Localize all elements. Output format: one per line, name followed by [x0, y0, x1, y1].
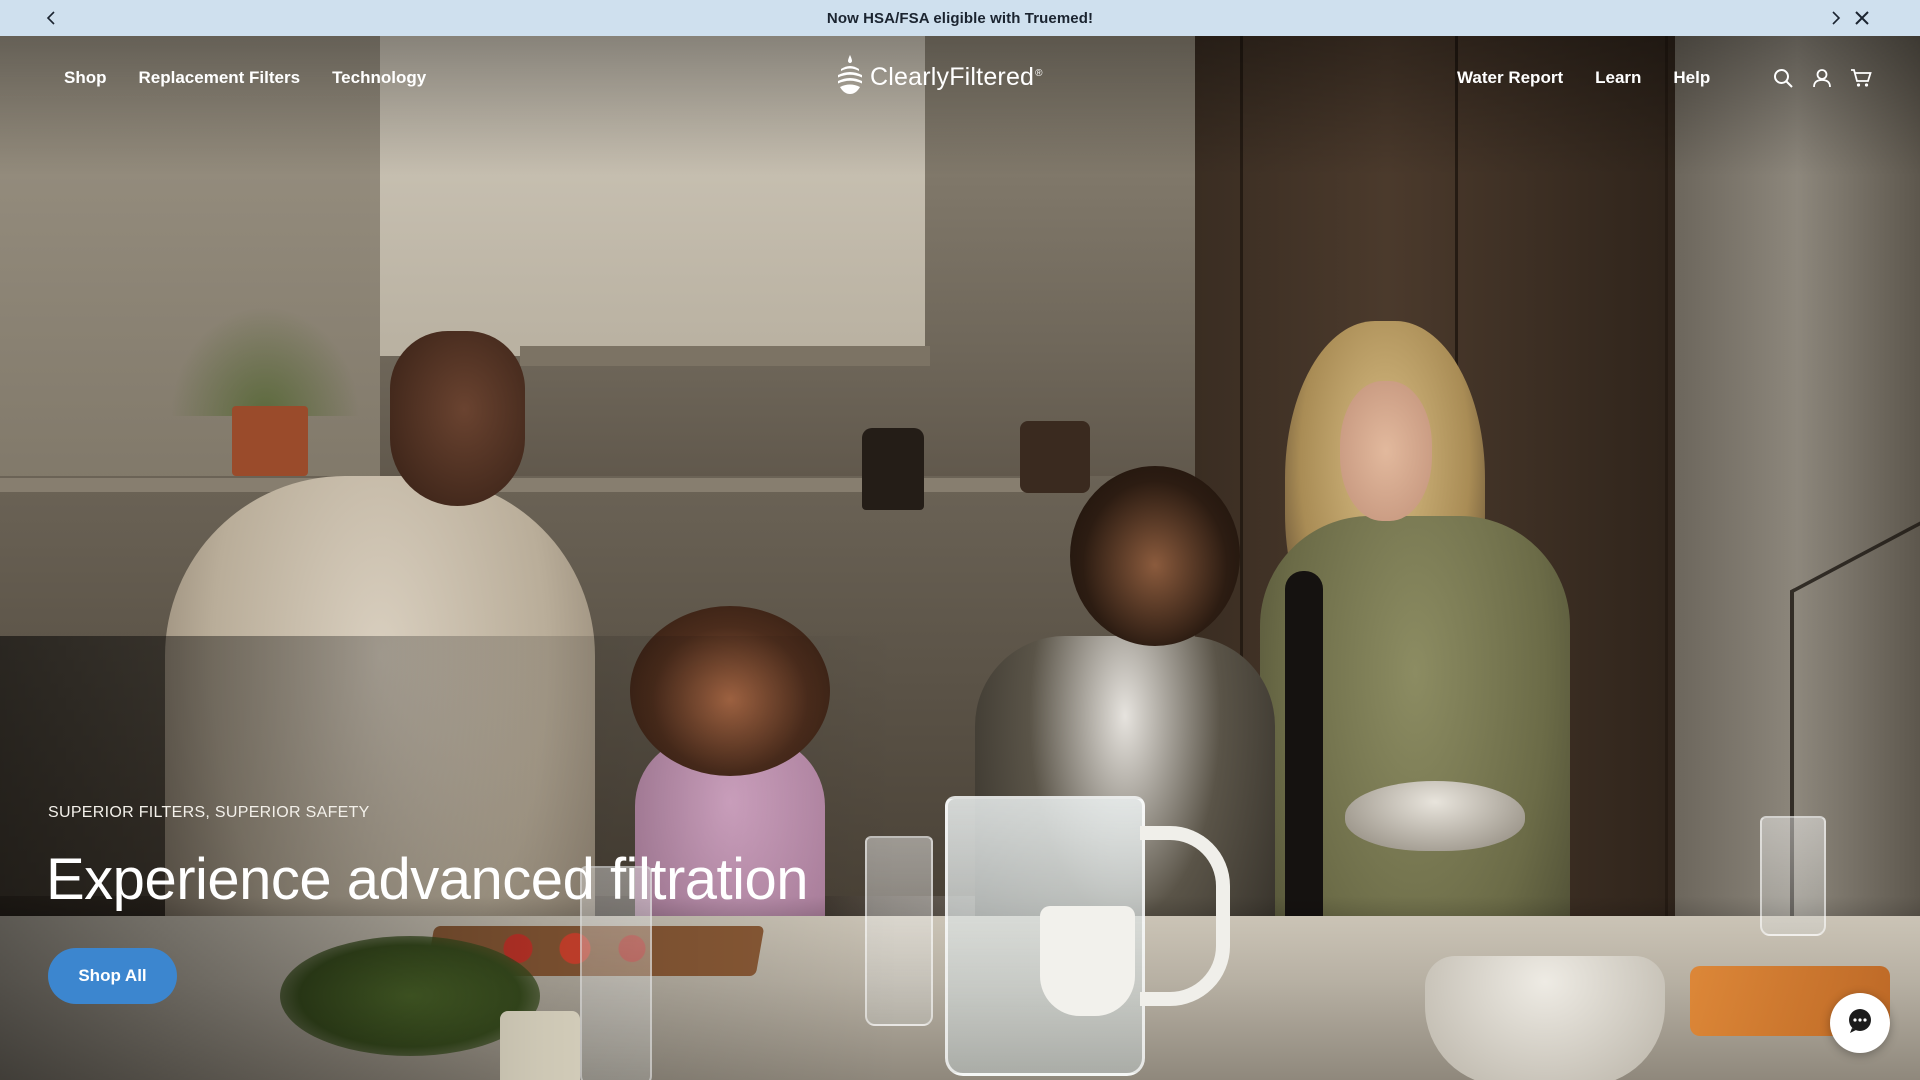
search-icon[interactable] — [1771, 66, 1795, 90]
hero-section: Shop Replacement Filters Technology Clea… — [0, 36, 1920, 1080]
logo-wordmark: ClearlyFiltered® — [870, 63, 1043, 91]
chevron-right-icon[interactable] — [1825, 8, 1845, 28]
nav-shop[interactable]: Shop — [64, 68, 107, 88]
announcement-text[interactable]: Now HSA/FSA eligible with Truemed! — [827, 10, 1093, 27]
nav-technology[interactable]: Technology — [332, 68, 426, 88]
hero-eyebrow: SUPERIOR FILTERS, SUPERIOR SAFETY — [48, 804, 370, 821]
chat-widget-button[interactable] — [1830, 993, 1890, 1053]
primary-nav-right: Water Report Learn Help — [1457, 68, 1710, 88]
close-icon[interactable] — [1850, 6, 1874, 30]
nav-learn[interactable]: Learn — [1595, 68, 1641, 88]
shop-all-button[interactable]: Shop All — [48, 948, 177, 1004]
nav-water-report[interactable]: Water Report — [1457, 68, 1563, 88]
announcement-bar: Now HSA/FSA eligible with Truemed! — [0, 0, 1920, 36]
nav-help[interactable]: Help — [1673, 68, 1710, 88]
chat-bubble-icon — [1846, 1007, 1874, 1040]
water-drop-logo-icon — [836, 55, 864, 100]
nav-replacement-filters[interactable]: Replacement Filters — [139, 68, 301, 88]
cart-icon[interactable] — [1849, 66, 1873, 90]
primary-nav-left: Shop Replacement Filters Technology — [64, 68, 426, 88]
hero-headline: Experience advanced filtration — [46, 847, 809, 912]
chevron-left-icon[interactable] — [42, 8, 62, 28]
site-logo[interactable]: ClearlyFiltered® — [836, 55, 1043, 100]
account-icon[interactable] — [1810, 66, 1834, 90]
